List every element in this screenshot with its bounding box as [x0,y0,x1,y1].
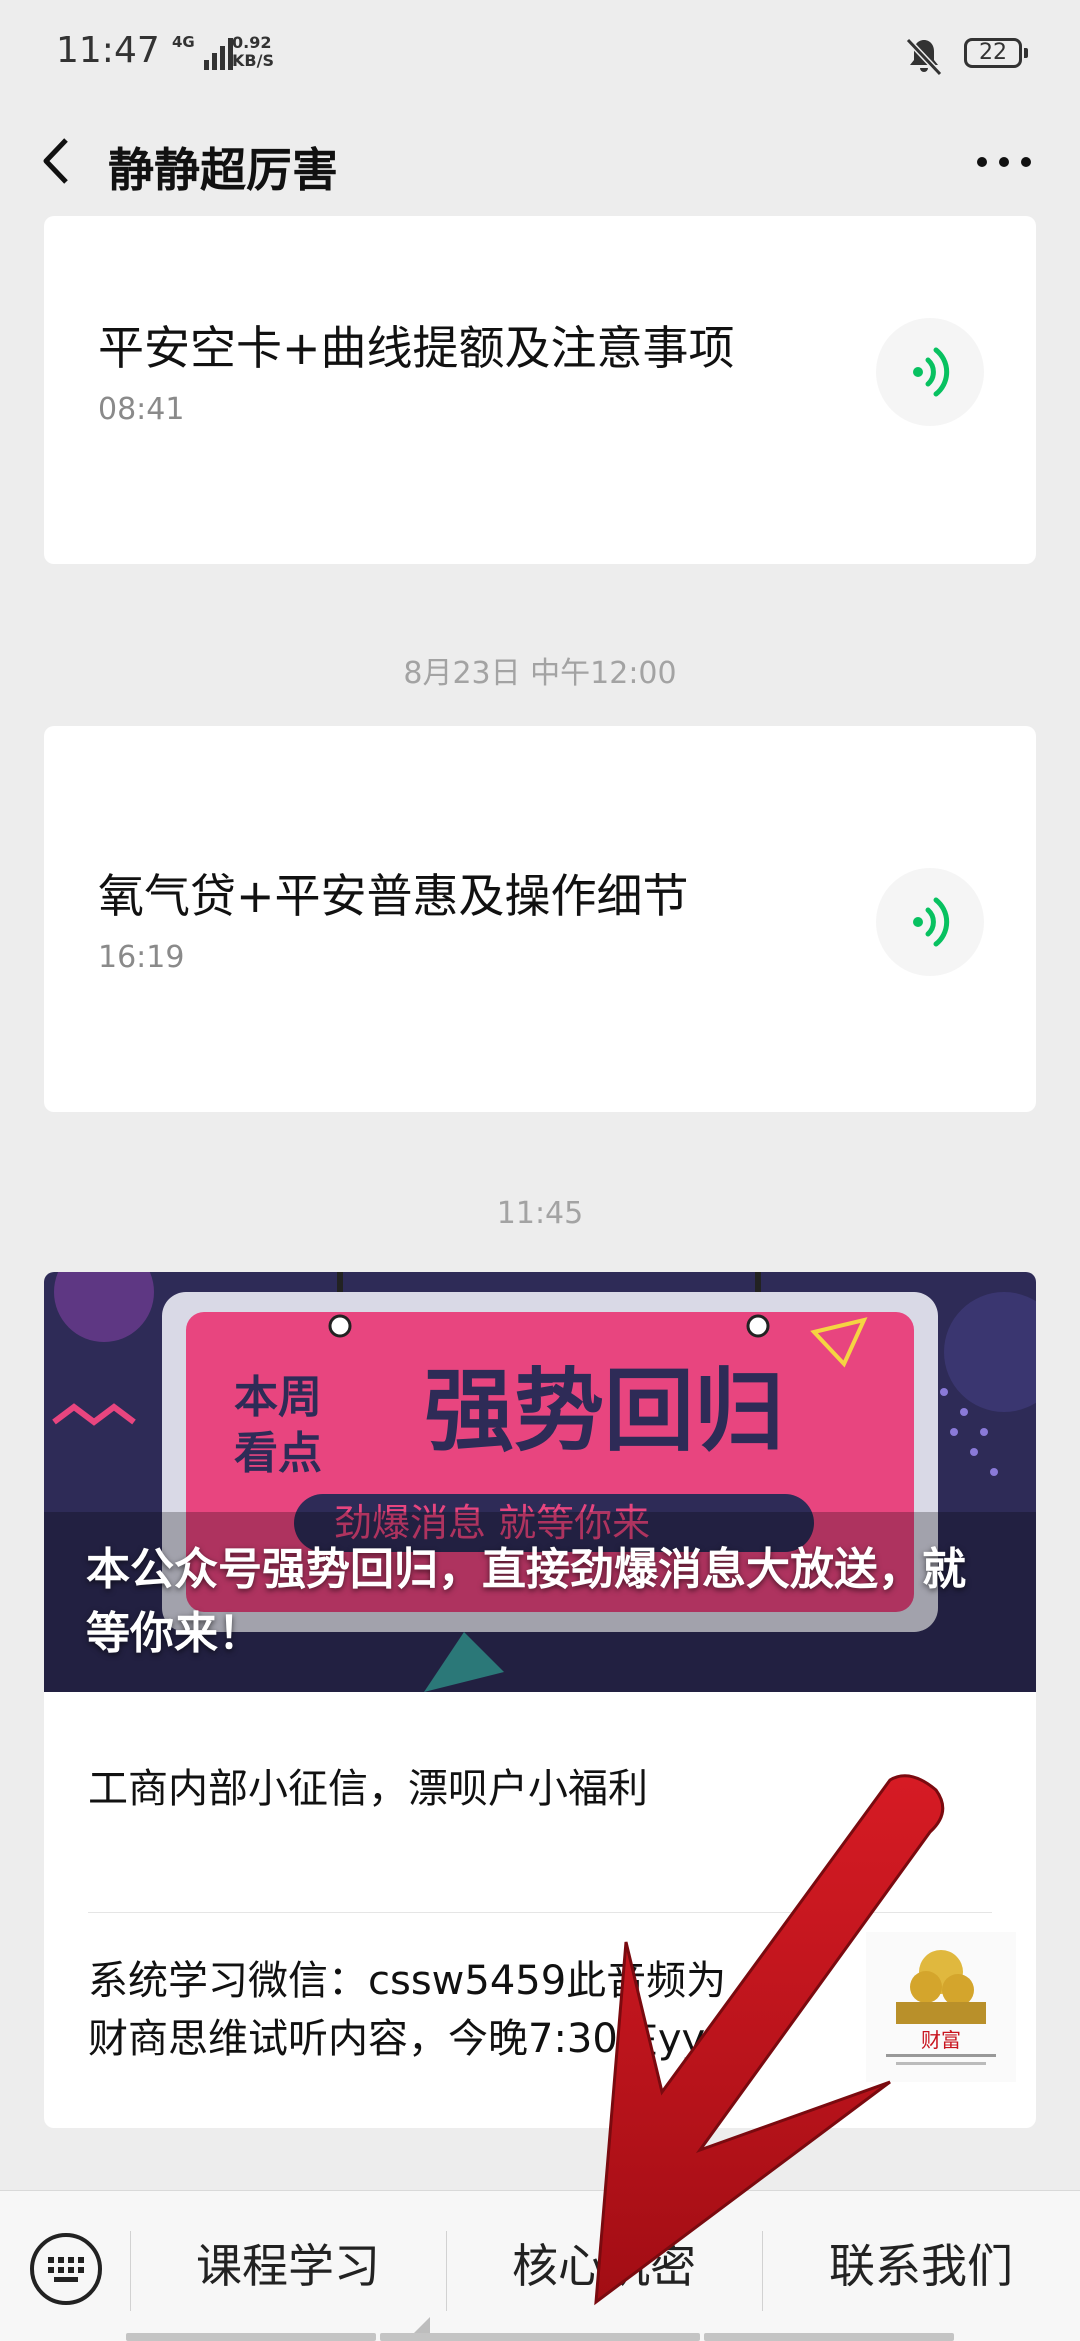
article-cover-title: 本公众号强势回归，直接劲爆消息大放送，就等你来！ [86,1544,966,1659]
battery-indicator: 22 [964,38,1028,68]
article-item-title-line1: 系统学习微信：cssw5459此音频为 [88,1958,727,2004]
timestamp-divider: 11:45 [496,1196,584,1231]
audio-duration: 16:19 [98,940,185,975]
ellipsis-icon[interactable] [968,138,1048,186]
audio-title: 平安空卡+曲线提额及注意事项 [98,321,735,375]
article-item-title: 工商内部小征信，漂呗户小福利 [88,1766,648,1812]
cover-art-line2: 看点 [234,1428,322,1479]
audio-message-card[interactable]: 平安空卡+曲线提额及注意事项 08:41 [44,216,1036,564]
status-time: 11:47 [56,30,160,71]
cover-art-headline: 强势回归 [424,1359,784,1464]
audio-play-button[interactable] [876,318,984,426]
article-card: 本周 看点 强势回归 劲爆消息 就等你来 本公众号强势回归，直接劲爆消息大放送，… [44,1272,1036,2128]
audio-message-card[interactable]: 氧气贷+平安普惠及操作细节 16:19 [44,726,1036,1112]
article-cover[interactable]: 本周 看点 强势回归 劲爆消息 就等你来 本公众号强势回归，直接劲爆消息大放送，… [44,1272,1036,1692]
page-title: 静静超厉害 [108,143,338,197]
article-list-item[interactable]: 工商内部小征信，漂呗户小福利 [88,1760,992,1818]
svg-text:财富: 财富 [921,2028,961,2052]
status-bar: 11:47 4G 0.92 KB/S 22 [0,0,1080,108]
custom-menu-bar: 课程学习 核心机密 联系我们 [0,2190,1080,2341]
audio-duration: 08:41 [98,392,185,427]
voice-wave-icon [913,347,950,397]
audio-play-button[interactable] [876,868,984,976]
article-thumbnail[interactable]: 财富 [866,1932,1016,2082]
timestamp-divider: 8月23日 中午12:00 [403,656,677,691]
article-divider [88,1912,992,1913]
menu-item-course[interactable]: 课程学习 [130,2191,446,2341]
network-type: 4G [172,33,195,51]
menu-item-core-secrets[interactable]: 核心机密 [446,2191,762,2341]
nav-bar: 静静超厉害 [0,108,1080,216]
article-list-item[interactable]: 系统学习微信：cssw5459此音频为 财商思维试听内容，今晚7:30在yy: [88,1952,828,2068]
menu-item-contact[interactable]: 联系我们 [762,2191,1080,2341]
keyboard-icon[interactable] [28,2231,104,2307]
article-item-title-line2: 财商思维试听内容，今晚7:30在yy: [88,2016,716,2062]
chevron-left-icon[interactable] [34,128,78,194]
vibrate-mute-icon [905,37,943,77]
audio-title: 氧气贷+平安普惠及操作细节 [98,869,689,923]
network-speed: 0.92 KB/S [232,33,274,70]
cover-art-line1: 本周 [234,1372,322,1423]
voice-wave-icon [913,897,950,947]
